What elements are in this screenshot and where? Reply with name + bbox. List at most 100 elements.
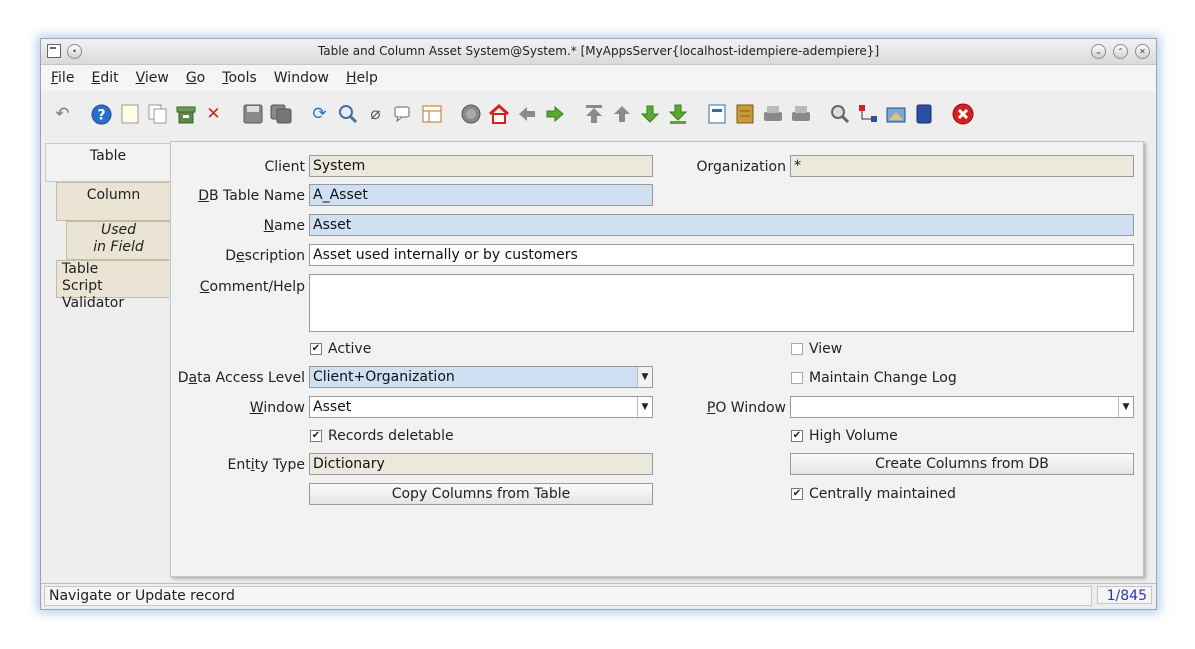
comment-help-textarea[interactable] [309, 274, 1134, 332]
exit-icon[interactable] [951, 103, 974, 126]
maximize-icon[interactable]: ⌃ [1113, 44, 1128, 59]
title-bar-controls: ⌄ ⌃ ✕ [1091, 44, 1150, 59]
tab-column[interactable]: Column [56, 182, 170, 221]
tab-used-in-field[interactable]: Used in Field [66, 221, 170, 260]
archived-docs-icon[interactable] [733, 103, 756, 126]
minimize-icon[interactable]: ⌄ [1091, 44, 1106, 59]
data-access-level-label: Data Access Level [178, 370, 305, 386]
print-icon[interactable] [789, 103, 812, 126]
active-label: Active [328, 341, 372, 357]
next-record-icon[interactable] [638, 103, 661, 126]
high-volume-check-icon: ✔ [791, 430, 803, 442]
tab-table[interactable]: Table [45, 143, 170, 182]
name-field[interactable]: Asset [309, 214, 1134, 236]
copy-columns-button[interactable]: Copy Columns from Table [309, 483, 653, 505]
window-title: Table and Column Asset System@System.* [… [317, 44, 880, 58]
menu-view-label: iew [144, 70, 169, 86]
undo-icon[interactable]: ↶ [51, 103, 74, 126]
report-icon[interactable] [705, 103, 728, 126]
menu-file[interactable]: File [41, 70, 81, 86]
chevron-down-icon[interactable]: ▼ [1118, 397, 1133, 417]
organization-label: Organization [696, 159, 786, 175]
record-count[interactable]: 1/845 [1097, 586, 1152, 604]
tab-table-script-validator[interactable]: Table Script Validator [56, 260, 169, 311]
menu-edit[interactable]: Edit [81, 70, 125, 86]
refresh-icon[interactable]: ⟳ [308, 103, 331, 126]
workflow-icon[interactable] [856, 103, 879, 126]
po-window-select[interactable]: ▼ [790, 396, 1134, 418]
organization-field[interactable]: * [790, 155, 1134, 177]
entity-type-pre: Ent [227, 457, 251, 473]
attachment-icon[interactable]: ⌀ [364, 103, 387, 126]
db-table-name-label: DB Table Name [198, 188, 305, 204]
status-bar: Navigate or Update record 1/845 [41, 583, 1156, 606]
find-icon[interactable] [336, 103, 359, 126]
description-label-text: scription [244, 248, 305, 264]
view-checkbox[interactable]: View [791, 341, 842, 357]
menu-window[interactable]: Window [264, 70, 336, 86]
tab-in-field-label: in Field [93, 239, 144, 255]
window-label-text: indow [263, 400, 305, 416]
menu-tools[interactable]: Tools [212, 70, 264, 86]
grid-toggle-icon[interactable] [420, 103, 443, 126]
window-mnemonic: W [249, 400, 264, 416]
window-label: Window [250, 400, 305, 416]
db-table-name-field[interactable]: A_Asset [309, 184, 653, 206]
menu-tools-label: ools [228, 70, 257, 86]
archive-icon[interactable] [174, 103, 197, 126]
records-deletable-checkbox[interactable]: ✔ Records deletable [310, 428, 454, 444]
chevron-down-icon[interactable]: ▼ [637, 367, 652, 387]
form-panel: Client System Organization * DB Table Na… [170, 141, 1144, 577]
tab-column-label: Column [86, 187, 141, 203]
create-columns-button[interactable]: Create Columns from DB [790, 453, 1134, 475]
forward-icon[interactable] [543, 103, 566, 126]
db-table-name-label-text: B Table Name [208, 188, 305, 204]
history-icon[interactable] [459, 103, 482, 126]
new-record-icon[interactable] [118, 103, 141, 126]
delete-icon[interactable]: ✕ [202, 103, 225, 126]
window-select[interactable]: Asset ▼ [309, 396, 653, 418]
print-preview-icon[interactable] [761, 103, 784, 126]
help-icon[interactable]: ? [90, 103, 113, 126]
entity-type-field[interactable]: Dictionary [309, 453, 653, 475]
title-bar: • Table and Column Asset System@System.*… [41, 39, 1156, 65]
centrally-maintained-label: Centrally maintained [809, 486, 956, 502]
records-deletable-label: Records deletable [328, 428, 454, 444]
entity-type-text: ty Type [254, 457, 305, 473]
centrally-maintained-check-icon: ✔ [791, 488, 803, 500]
menu-help-label: elp [356, 70, 378, 86]
menu-go[interactable]: Go [176, 70, 212, 86]
svg-text:?: ? [97, 107, 105, 123]
save-copy-icon[interactable] [269, 103, 292, 126]
client-field[interactable]: System [309, 155, 653, 177]
requests-icon[interactable] [884, 103, 907, 126]
last-record-icon[interactable] [666, 103, 689, 126]
back-icon[interactable] [515, 103, 538, 126]
previous-record-icon[interactable] [610, 103, 633, 126]
description-mnemonic: e [236, 248, 245, 264]
menu-help[interactable]: Help [336, 70, 385, 86]
high-volume-checkbox[interactable]: ✔ High Volume [791, 428, 898, 444]
copy-record-icon[interactable] [146, 103, 169, 126]
first-record-icon[interactable] [582, 103, 605, 126]
comment-help-label-text: omment/Help [209, 279, 305, 295]
zoom-across-icon[interactable] [828, 103, 851, 126]
name-label-text: ame [274, 218, 305, 234]
chevron-down-icon[interactable]: ▼ [637, 397, 652, 417]
chat-icon[interactable] [392, 103, 415, 126]
product-info-icon[interactable] [912, 103, 935, 126]
menu-file-mnemonic: F [51, 70, 59, 86]
data-access-level-select[interactable]: Client+Organization ▼ [309, 366, 653, 388]
entity-type-label: Entity Type [228, 457, 306, 473]
description-field[interactable]: Asset used internally or by customers [309, 244, 1134, 266]
app-window: • Table and Column Asset System@System.*… [40, 38, 1157, 610]
active-checkbox[interactable]: ✔ Active [310, 341, 371, 357]
centrally-maintained-checkbox[interactable]: ✔ Centrally maintained [791, 486, 956, 502]
home-icon[interactable] [487, 103, 510, 126]
save-icon[interactable] [241, 103, 264, 126]
close-icon[interactable]: ✕ [1135, 44, 1150, 59]
maintain-change-log-checkbox[interactable]: Maintain Change Log [791, 370, 957, 386]
data-access-level-mnemonic: a [188, 370, 198, 386]
menu-view[interactable]: View [126, 70, 176, 86]
po-window-label-text: O Window [715, 400, 786, 416]
